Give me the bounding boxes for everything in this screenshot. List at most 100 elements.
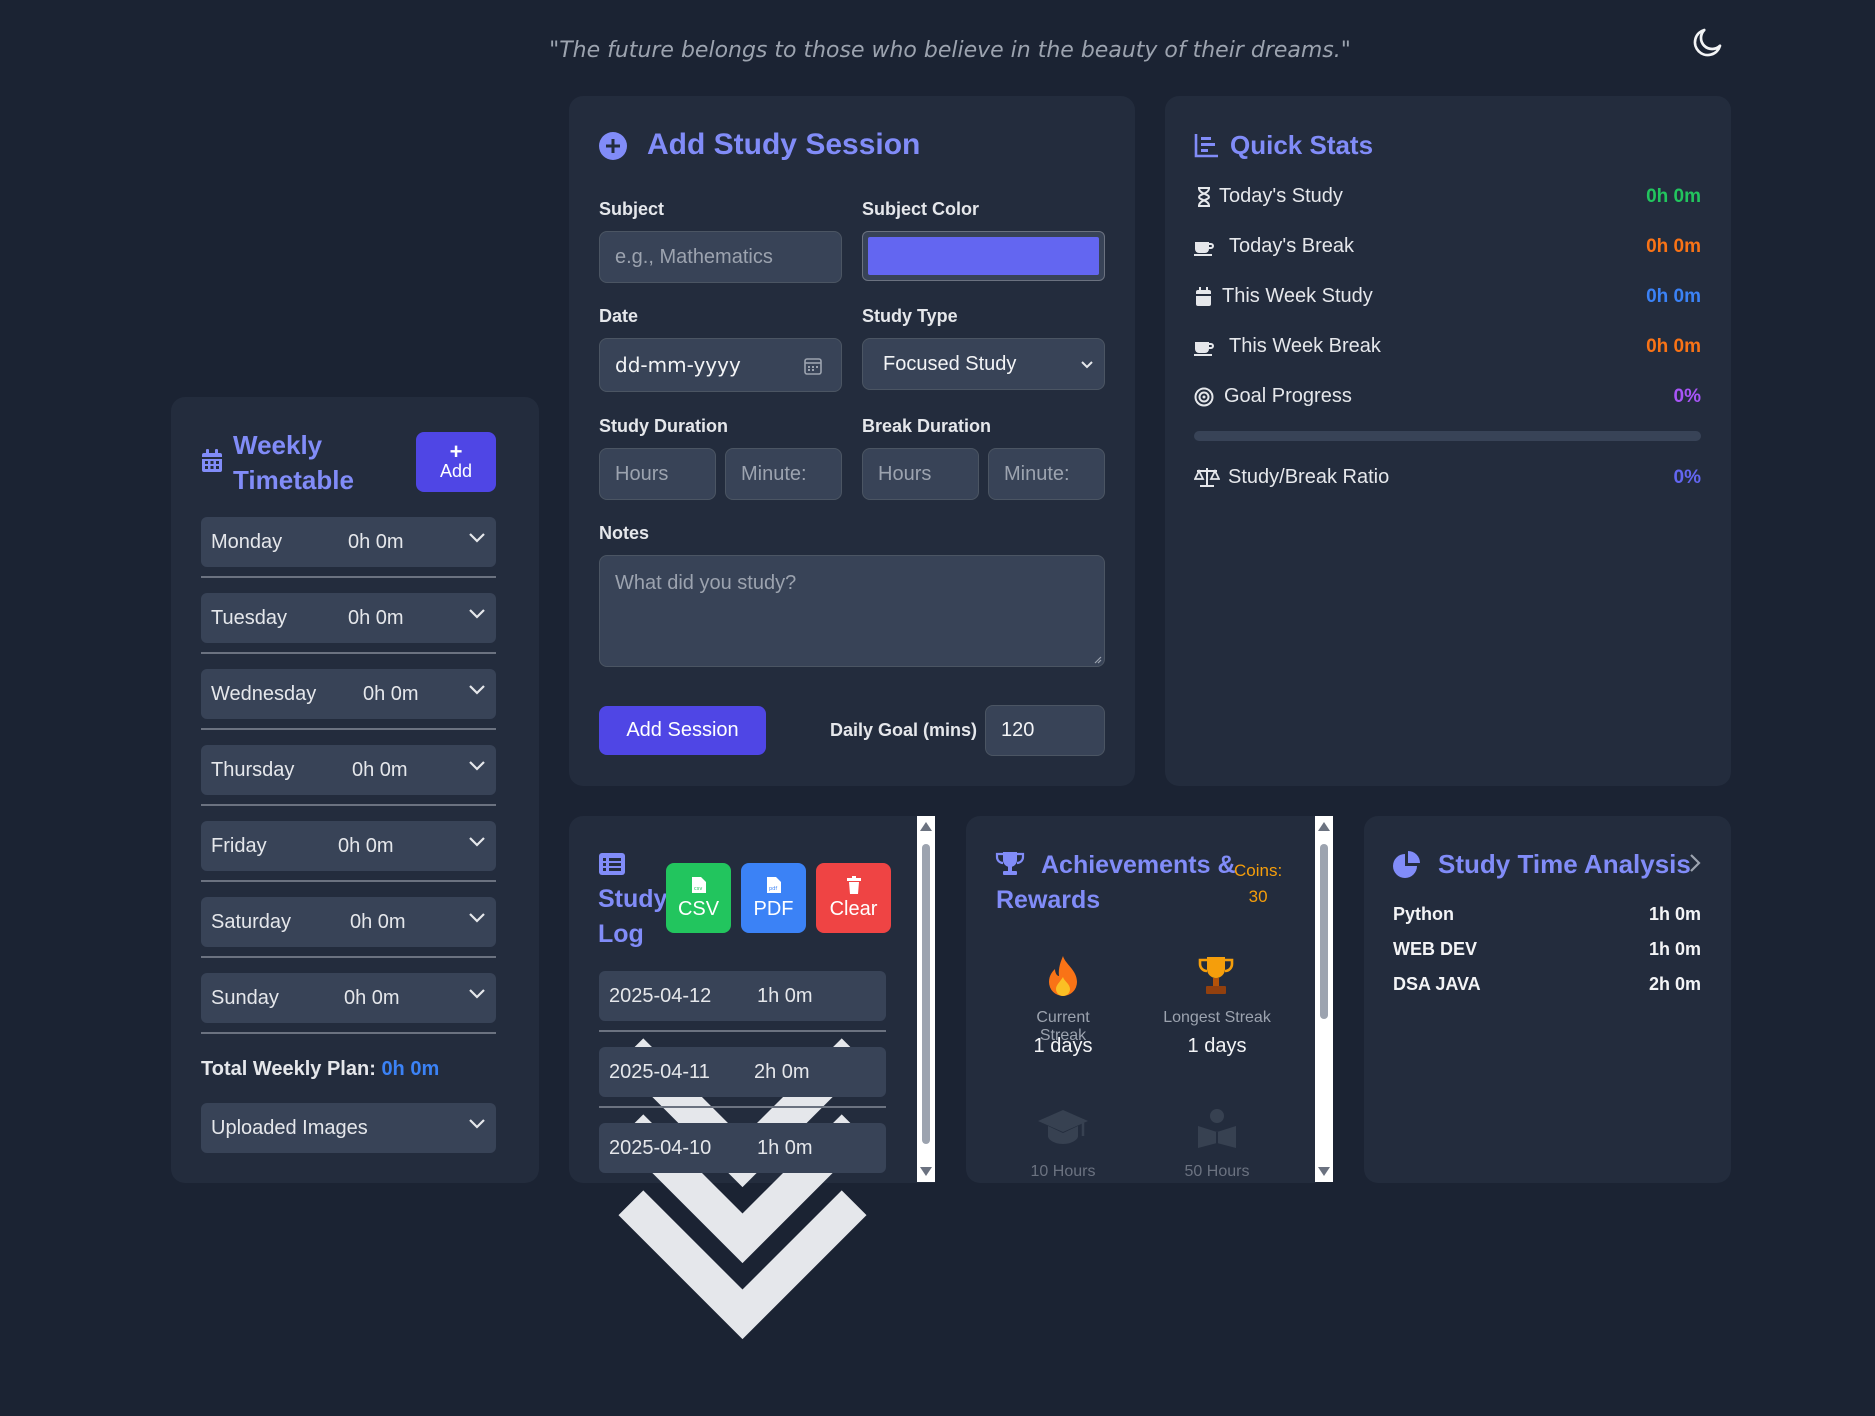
- target-icon: [1194, 387, 1214, 407]
- stat-value: 0h 0m: [1646, 236, 1701, 257]
- study-log-entry[interactable]: 2025-04-12 1h 0m: [599, 971, 886, 1188]
- chevron-down-icon: [469, 685, 485, 695]
- analysis-row: DSA JAVA 2h 0m: [1393, 974, 1701, 995]
- stat-label: Today's Break: [1229, 235, 1354, 257]
- current-streak-value: 1 days: [1033, 1035, 1093, 1057]
- file-csv-icon: csv: [691, 876, 706, 893]
- hourglass-icon: [1197, 187, 1211, 207]
- coins-display: Coins: 30: [1234, 861, 1283, 906]
- add-session-button[interactable]: Add Session: [599, 706, 766, 755]
- bar-chart-icon: [1194, 134, 1218, 158]
- gold-trophy-icon: [1198, 957, 1234, 994]
- stat-value: 0h 0m: [1646, 186, 1701, 207]
- pie-chart-icon: [1393, 851, 1420, 878]
- study-analysis-title: Study Time Analysis: [1438, 849, 1691, 879]
- chevron-right-icon[interactable]: [1688, 852, 1702, 874]
- chevron-down-icon: [469, 609, 485, 619]
- day-time: 0h 0m: [350, 911, 406, 933]
- day-separator: [201, 576, 496, 578]
- add-session-title: Add Study Session: [647, 128, 921, 161]
- scroll-thumb[interactable]: [1320, 844, 1328, 1019]
- timetable-day-thursday[interactable]: Thursday 0h 0m: [201, 745, 496, 795]
- timetable-day-tuesday[interactable]: Tuesday 0h 0m: [201, 593, 496, 643]
- day-name: Tuesday: [211, 607, 287, 629]
- chevron-down-icon: [1081, 361, 1093, 369]
- quick-stats-title: Quick Stats: [1230, 130, 1374, 160]
- calendar-icon: [1196, 287, 1211, 306]
- chevron-down-icon: [469, 761, 485, 771]
- stat-value: 0h 0m: [1646, 336, 1701, 357]
- log-time: 1h 0m: [757, 985, 813, 1007]
- day-time: 0h 0m: [348, 607, 404, 629]
- scroll-down-arrow[interactable]: [920, 1167, 932, 1176]
- analysis-time: 1h 0m: [1648, 904, 1701, 924]
- badge-50-hours-label: 50 Hours: [1184, 1163, 1250, 1180]
- timetable-day-sunday[interactable]: Sunday 0h 0m: [201, 973, 496, 1023]
- day-time: 0h 0m: [344, 987, 400, 1009]
- timetable-day-monday[interactable]: Monday 0h 0m: [201, 517, 496, 567]
- chevron-down-icon: [469, 533, 485, 543]
- export-csv-button[interactable]: csv CSV: [666, 863, 731, 933]
- balance-scale-icon: [1194, 468, 1220, 487]
- subject-color-picker[interactable]: [862, 231, 1105, 281]
- analysis-subject: WEB DEV: [1393, 939, 1478, 959]
- break-hours-input[interactable]: Hours: [862, 448, 979, 500]
- study-log-entry[interactable]: 2025-04-11 2h 0m: [599, 1047, 886, 1264]
- achievements-scrollbar[interactable]: [1315, 816, 1333, 1182]
- day-time: 0h 0m: [338, 835, 394, 857]
- resize-handle-icon[interactable]: [1092, 654, 1102, 664]
- graduation-cap-icon: [1038, 1110, 1088, 1144]
- moon-icon[interactable]: [1690, 24, 1726, 60]
- book-reader-icon: [1198, 1109, 1236, 1148]
- timetable-day-saturday[interactable]: Saturday 0h 0m: [201, 897, 496, 947]
- day-time: 0h 0m: [363, 683, 419, 705]
- study-minutes-input[interactable]: Minute:: [725, 448, 842, 500]
- plus-icon: +: [449, 438, 463, 464]
- stat-label: Today's Study: [1219, 185, 1343, 207]
- study-log-scrollbar[interactable]: [917, 816, 935, 1182]
- color-swatch: [868, 237, 1099, 275]
- study-hours-input[interactable]: Hours: [599, 448, 716, 500]
- study-log-entry[interactable]: 2025-04-10 1h 0m: [599, 1123, 886, 1340]
- notes-textarea[interactable]: What did you study?: [599, 555, 1105, 667]
- date-label: Date: [599, 306, 639, 326]
- stat-value: 0%: [1673, 386, 1701, 407]
- calendar-picker-icon[interactable]: [803, 356, 823, 376]
- goal-progress-bar: [1194, 431, 1701, 441]
- timetable-day-wednesday[interactable]: Wednesday 0h 0m: [201, 669, 496, 719]
- analysis-time: 1h 0m: [1648, 939, 1701, 959]
- coffee-icon: [1194, 342, 1214, 356]
- analysis-subject: Python: [1393, 904, 1454, 924]
- trash-icon: [846, 875, 861, 894]
- day-separator: [201, 1032, 496, 1034]
- svg-text:pdf: pdf: [769, 886, 777, 892]
- study-type-select[interactable]: Focused Study: [862, 338, 1105, 390]
- chevron-down-icon: [469, 989, 485, 999]
- date-input[interactable]: dd-mm-yyyy: [599, 338, 842, 392]
- log-time: 2h 0m: [754, 1061, 810, 1083]
- daily-goal-input[interactable]: 120: [985, 705, 1105, 756]
- timetable-day-friday[interactable]: Friday 0h 0m: [201, 821, 496, 871]
- analysis-row: Python 1h 0m: [1393, 904, 1701, 925]
- uploaded-images-dropdown[interactable]: Uploaded Images: [201, 1103, 496, 1153]
- scroll-up-arrow[interactable]: [1318, 822, 1330, 831]
- subject-input[interactable]: e.g., Mathematics: [599, 231, 842, 283]
- export-pdf-button[interactable]: pdf PDF: [741, 863, 806, 933]
- coffee-icon: [1194, 242, 1214, 256]
- chevron-down-icon: [469, 1119, 485, 1129]
- achievements-title: Achievements & Rewards: [996, 851, 1236, 914]
- clear-log-button[interactable]: Clear: [816, 863, 891, 933]
- calendar-icon: [202, 449, 222, 472]
- add-timetable-button[interactable]: + Add: [416, 432, 496, 492]
- break-minutes-input[interactable]: Minute:: [988, 448, 1105, 500]
- ratio-label: Study/Break Ratio: [1228, 466, 1390, 488]
- subject-color-label: Subject Color: [862, 199, 980, 219]
- motivational-quote: "The future belongs to those who believe…: [549, 38, 1351, 63]
- scroll-thumb[interactable]: [922, 844, 930, 1144]
- fire-icon: [1049, 956, 1077, 996]
- scroll-up-arrow[interactable]: [920, 822, 932, 831]
- scroll-down-arrow[interactable]: [1318, 1167, 1330, 1176]
- log-separator: [599, 1106, 886, 1108]
- day-name: Wednesday: [211, 683, 317, 705]
- chevron-down-icon: [469, 913, 485, 923]
